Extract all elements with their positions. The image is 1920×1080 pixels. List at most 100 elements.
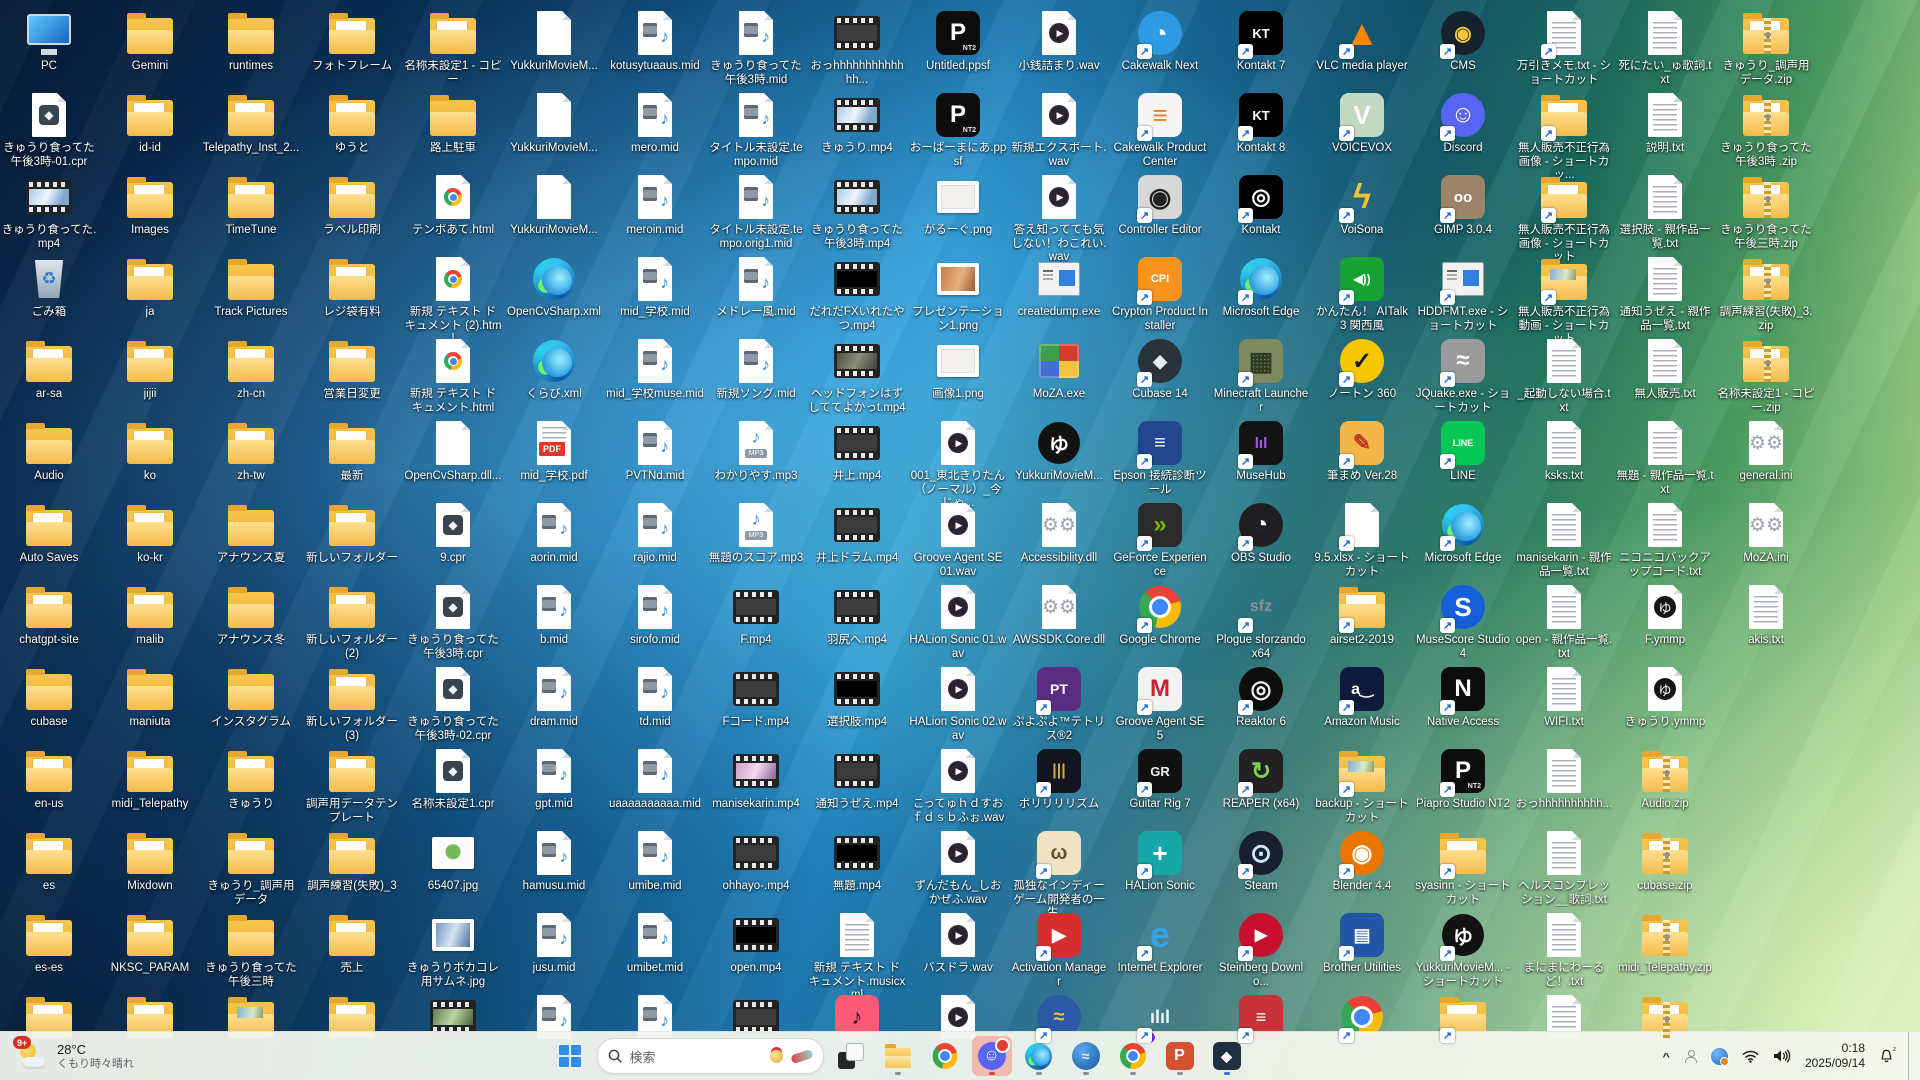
taskbar-powerpoint[interactable]: P [1160,1036,1200,1076]
desktop-icon[interactable]: だれだFXいれたやつ.mp4 [807,255,907,333]
show-desktop-button[interactable] [1908,1032,1914,1080]
desktop-icon[interactable]: きゅうり食ってた午後3時.mp4 [807,173,907,251]
desktop-icon[interactable]: ゆ YukkuriMovieM... [1009,419,1109,484]
tray-app-icon[interactable] [1710,1047,1729,1066]
desktop-icon[interactable]: ♪ 新規ソング.mid [706,337,806,402]
desktop-icon[interactable]: ◆ ↗ Cubase 14 [1110,337,1210,402]
desktop-icon[interactable]: ◆ 9.cpr [403,501,503,566]
desktop-icon[interactable]: F.mp4 [706,583,806,648]
desktop-icon[interactable]: ◆ きゅうり食ってた午後3時-01.cpr [0,91,99,169]
desktop-icon[interactable]: PDF mid_学校.pdf [504,419,604,484]
desktop-icon[interactable]: きゅうり [201,747,301,812]
search-input[interactable]: 検索 [596,1038,824,1074]
desktop-icon[interactable]: ko-kr [100,501,200,566]
desktop-icon[interactable]: ksks.txt [1514,419,1614,484]
taskbar-blue-circle-app[interactable]: ≈ [1066,1036,1106,1076]
desktop-icon[interactable]: YukkuriMovieM... [504,91,604,156]
desktop-icon[interactable]: 羽尻へ.mp4 [807,583,907,648]
desktop-icon[interactable]: midi_Telepathy.zip [1615,911,1715,976]
desktop-icon[interactable]: es [0,829,99,894]
desktop-icon[interactable]: akis.txt [1716,583,1816,648]
desktop-icon[interactable]: ko [100,419,200,484]
desktop-icon[interactable]: 路上駐車 [403,91,503,156]
desktop-icon[interactable]: ♪ PVTNd.mid [605,419,705,484]
desktop-icon[interactable]: ↗ 9.5.xlsx - ショートカット [1312,501,1412,579]
desktop-icon[interactable]: N ↗ Native Access [1413,665,1513,730]
desktop-icon[interactable]: 無題 - 親作品一覧.txt [1615,419,1715,497]
desktop-icon[interactable]: Mixdown [100,829,200,894]
desktop-icon[interactable]: ♪ td.mid [605,665,705,730]
taskbar-discord[interactable]: ☺ [971,1036,1012,1076]
desktop-icon[interactable]: PT ↗ ぷよぷよ™テトリス®2 [1009,665,1109,743]
desktop-icon[interactable]: 新しいフォルダー (3) [302,665,402,743]
desktop-icon[interactable]: ↗ airset2-2019 [1312,583,1412,648]
notification-bell-icon[interactable]: z [1879,1047,1896,1064]
desktop-icon[interactable]: プレゼンテーション1.png [908,255,1008,333]
desktop-icon[interactable]: Gemini [100,9,200,74]
desktop-icon[interactable]: ▤ ↗ Brother Utilities [1312,911,1412,976]
desktop-icon[interactable]: きゅうり_調声用データ.zip [1716,9,1816,87]
desktop-icon[interactable]: MoZA.exe [1009,337,1109,402]
desktop-icon[interactable]: ⚙⚙ Accessibility.dll [1009,501,1109,566]
desktop-icon[interactable]: en-us [0,747,99,812]
desktop-icon[interactable]: ⚙⚙ AWSSDK.Core.dll [1009,583,1109,648]
desktop-icon[interactable]: lıl ↗ MuseHub [1211,419,1311,484]
desktop-icon[interactable]: ♪ umibet.mid [605,911,705,976]
desktop-icon[interactable]: ♪ MP3 無題のスコア.mp3 [706,501,806,566]
desktop-icon[interactable]: ♪ meroin.mid [605,173,705,238]
desktop-icon[interactable]: 売上 [302,911,402,976]
desktop-icon[interactable]: ゆ きゅうり.ymmp [1615,665,1715,730]
desktop-icon[interactable]: ω↗ 孤独なインディーゲーム開発者の一生 ... [1009,829,1109,921]
desktop-icon[interactable]: ゆ F.ymmp [1615,583,1715,648]
desktop-icon[interactable]: おっhhhhhhhhhhhhh... [807,9,907,87]
desktop-icon[interactable]: 新規 テキスト ドキュメント (2).html [403,255,503,347]
desktop-icon[interactable]: 選択肢 - 親作品一覧.txt [1615,173,1715,251]
desktop-icon[interactable]: ♪ タイトル未設定.tempo.orig1.mid [706,173,806,251]
desktop-icon[interactable]: Images [100,173,200,238]
desktop-icon[interactable]: ♪ dram.mid [504,665,604,730]
desktop-icon[interactable]: ☺ ↗ Discord [1413,91,1513,156]
desktop-icon[interactable]: 営業日変更 [302,337,402,402]
desktop-icon[interactable]: ♪ MP3 わかりやす.mp3 [706,419,806,484]
desktop-icon[interactable]: cubase [0,665,99,730]
desktop-icon[interactable]: ≡ ↗ Epson 接続診断ツール [1110,419,1210,497]
desktop-icon[interactable]: 名称未設定1 - コピー.zip [1716,337,1816,415]
desktop-icon[interactable]: ↗ HDDFMT.exe - ショートカット [1413,255,1513,333]
desktop-icon[interactable]: ◎ ↗ Reaktor 6 [1211,665,1311,730]
desktop-icon[interactable]: アナウンス夏 [201,501,301,566]
desktop-icon[interactable]: ◀)) ↗ かんたん！ AITalk 3 関西風 [1312,255,1412,333]
desktop-icon[interactable]: ▶ 答え知ってても気しない！わこれい.wav [1009,173,1109,265]
desktop-icon[interactable]: ▶ 小銭詰まり.wav [1009,9,1109,74]
desktop-icon[interactable]: midi_Telepathy [100,747,200,812]
desktop-icon[interactable]: テンポあて.html [403,173,503,238]
desktop-icon[interactable]: OpenCvSharp.dll... [403,419,503,484]
desktop-icon[interactable]: ohhayo-.mp4 [706,829,806,894]
desktop-icon[interactable]: ♪ rajio.mid [605,501,705,566]
desktop-icon[interactable]: ▶ ずんだもん_しおかぜふ.wav [908,829,1008,907]
desktop-icon[interactable]: manisekarin.mp4 [706,747,806,812]
desktop-icon[interactable]: 説明.txt [1615,91,1715,156]
desktop-icon[interactable]: ▶ 001_東北きりたん（ノーマル）_今じゃ... [908,419,1008,511]
desktop-icon[interactable]: zh-cn [201,337,301,402]
desktop-icon[interactable]: CPI ↗ Crypton Product Installer [1110,255,1210,333]
volume-icon[interactable] [1773,1049,1791,1063]
desktop-icon[interactable]: ◉ ↗ Blender 4.4 [1312,829,1412,894]
desktop-icon[interactable]: 調声練習(失敗)_3 [302,829,402,894]
desktop-icon[interactable]: 新しいフォルダー [302,501,402,566]
desktop-icon[interactable]: ↗ Microsoft Edge [1211,255,1311,320]
desktop-icon[interactable]: きゅうり食ってた午後3時 .zip [1716,91,1816,169]
desktop-icon[interactable]: ◉ ↗ Controller Editor [1110,173,1210,238]
desktop-icon[interactable]: ◆ きゅうり食ってた午後3時-02.cpr [403,665,503,743]
desktop-icon[interactable]: ヘッドフォンはずしててよかっt.mp4 [807,337,907,415]
desktop-icon[interactable]: アナウンス冬 [201,583,301,648]
desktop-icon[interactable]: 通知うぜえ - 親作品一覧.txt [1615,255,1715,333]
desktop-icon[interactable]: ◉ ↗ CMS [1413,9,1513,74]
desktop-icon[interactable]: id-id [100,91,200,156]
desktop-icon[interactable]: ▶ HALion Sonic 01.wav [908,583,1008,661]
desktop-icon[interactable]: ✓ ↗ ノートン 360 [1312,337,1412,402]
desktop-icon[interactable]: ⚙⚙ general.ini [1716,419,1816,484]
desktop-icon[interactable]: KT ↗ Kontakt 7 [1211,9,1311,74]
desktop-icon[interactable]: ↗ backup - ショートカット [1312,747,1412,825]
desktop-icon[interactable]: Audio [0,419,99,484]
desktop-icon[interactable]: 井上ドラム.mp4 [807,501,907,566]
